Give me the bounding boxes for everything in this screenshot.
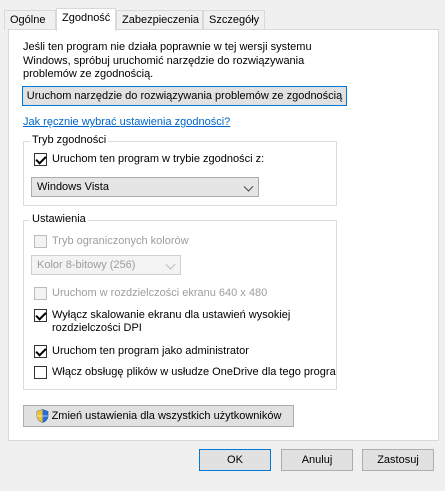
dpi-scaling-label: Wyłącz skalowanie ekranu dla ustawień wy…	[52, 309, 290, 335]
onedrive-checkbox[interactable]: Włącz obsługę plików w usłudze OneDrive …	[34, 366, 336, 379]
compat-mode-legend: Tryb zgodności	[30, 134, 109, 146]
run-troubleshooter-button[interactable]: Uruchom narzędzie do rozwiązywania probl…	[22, 86, 347, 106]
checkbox-unchecked-icon	[34, 235, 47, 248]
chevron-down-icon	[165, 259, 176, 270]
settings-group: Ustawienia Tryb ograniczonych kolorów Ko…	[23, 213, 337, 390]
color-depth-select[interactable]: Kolor 8-bitowy (256)	[31, 255, 181, 275]
checkbox-unchecked-icon	[34, 366, 47, 379]
reduced-color-label: Tryb ograniczonych kolorów	[52, 235, 189, 247]
manual-settings-link[interactable]: Jak ręcznie wybrać ustawienia zgodności?	[23, 116, 230, 128]
compat-mode-checkbox[interactable]: Uruchom ten program w trybie zgodności z…	[34, 153, 264, 166]
tab-compatibility-label: Zgodność	[62, 12, 111, 24]
res640-label: Uruchom w rozdzielczości ekranu 640 x 48…	[52, 287, 268, 299]
checkbox-checked-icon	[34, 345, 47, 358]
checkbox-unchecked-icon	[34, 287, 47, 300]
change-all-users-label: Zmień ustawienia dla wszystkich użytkown…	[51, 409, 282, 422]
intro-line-1: Jeśli ten program nie działa poprawnie w…	[23, 41, 312, 53]
res640-checkbox[interactable]: Uruchom w rozdzielczości ekranu 640 x 48…	[34, 287, 267, 300]
os-version-select[interactable]: Windows Vista	[31, 177, 259, 197]
intro-text: Jeśli ten program nie działa poprawnie w…	[23, 41, 353, 82]
run-as-admin-label: Uruchom ten program jako administrator	[52, 345, 249, 357]
tab-details[interactable]: Szczegóły	[203, 10, 265, 30]
tab-details-label: Szczegóły	[209, 14, 260, 26]
apply-button[interactable]: Zastosuj	[362, 449, 434, 471]
compatibility-panel: Jeśli ten program nie działa poprawnie w…	[8, 29, 439, 441]
compat-mode-label: Uruchom ten program w trybie zgodności z…	[52, 153, 265, 165]
cancel-button[interactable]: Anuluj	[281, 449, 353, 471]
tab-security-label: Zabezpieczenia	[122, 14, 200, 26]
chevron-down-icon	[243, 181, 254, 192]
change-all-users-button[interactable]: Zmień ustawienia dla wszystkich użytkown…	[23, 405, 294, 427]
ok-button[interactable]: OK	[199, 449, 271, 471]
intro-line-3: problemów ze zgodnością.	[23, 68, 154, 80]
os-version-value: Windows Vista	[37, 181, 109, 193]
dpi-scaling-label-line-2: rozdzielczości DPI	[52, 322, 142, 334]
intro-line-2: Windows, spróbuj uruchomić narzędzie do …	[23, 54, 305, 67]
tab-strip: Ogólne Zgodność Zabezpieczenia Szczegóły	[4, 8, 441, 31]
tab-security[interactable]: Zabezpieczenia	[116, 10, 203, 30]
settings-legend: Ustawienia	[30, 213, 88, 225]
uac-shield-icon	[36, 409, 48, 423]
compat-mode-group: Tryb zgodności Uruchom ten program w try…	[23, 134, 337, 206]
reduced-color-checkbox[interactable]: Tryb ograniczonych kolorów	[34, 235, 189, 248]
run-as-admin-checkbox[interactable]: Uruchom ten program jako administrator	[34, 345, 249, 358]
onedrive-label: Włącz obsługę plików w usłudze OneDrive …	[52, 366, 336, 378]
dpi-scaling-label-line-1: Wyłącz skalowanie ekranu dla ustawień wy…	[52, 309, 291, 321]
tab-compatibility[interactable]: Zgodność	[56, 8, 116, 31]
tab-general[interactable]: Ogólne	[4, 10, 56, 30]
color-depth-value: Kolor 8-bitowy (256)	[37, 259, 136, 271]
checkbox-checked-icon	[34, 153, 47, 166]
tab-general-label: Ogólne	[10, 14, 46, 26]
dpi-scaling-checkbox[interactable]: Wyłącz skalowanie ekranu dla ustawień wy…	[34, 309, 290, 335]
checkbox-checked-icon	[34, 309, 47, 322]
